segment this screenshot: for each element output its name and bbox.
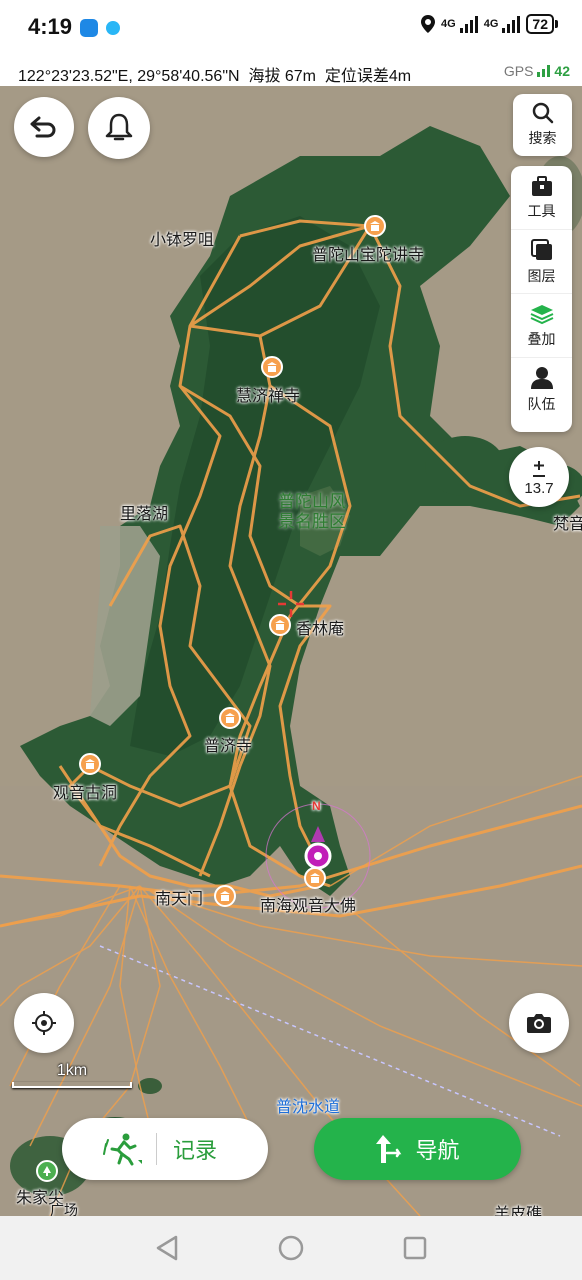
- map-label-fan: 梵音: [553, 516, 582, 533]
- layers-label: 图层: [527, 267, 556, 284]
- notification-button[interactable]: [88, 97, 150, 159]
- team-person-icon: [530, 366, 553, 389]
- back-button[interactable]: [14, 97, 74, 157]
- back-triangle-icon[interactable]: [154, 1234, 180, 1262]
- map-label-liluohu: 里落湖: [120, 506, 169, 523]
- overlay-stack-icon: [530, 304, 553, 324]
- gps-signal-icon: [537, 65, 551, 77]
- record-label: 记录: [173, 1138, 218, 1163]
- map-label-guangchang: 广场: [50, 1202, 78, 1216]
- map-label-nantianmen: 南天门: [155, 891, 204, 908]
- system-indicators: 4G 4G 72: [421, 14, 558, 34]
- altitude: 海拔 67m: [248, 68, 317, 85]
- locate-me-button[interactable]: [14, 993, 74, 1053]
- map-label-guanyin-cave: 观音古洞: [53, 785, 118, 802]
- zoom-level: 13.7: [524, 479, 554, 497]
- app-notification-icon: [80, 19, 98, 37]
- gps-status: GPS 42: [504, 63, 570, 79]
- temple-marker-xianglin[interactable]: [269, 614, 291, 636]
- layers-button[interactable]: 图层: [511, 229, 572, 293]
- temple-marker-huiji[interactable]: [261, 356, 283, 378]
- scale-label: 1km: [56, 1062, 88, 1079]
- search-button[interactable]: 搜索: [513, 94, 572, 156]
- camera-icon: [527, 1014, 551, 1033]
- coordinate-bar: 122°23'23.52"E, 29°58'40.56"N 海拔 67m 定位误…: [0, 58, 582, 86]
- temple-marker-puji[interactable]: [219, 707, 241, 729]
- map-label-huiji: 慧济禅寺: [236, 388, 301, 405]
- overlay-label: 叠加: [527, 330, 556, 347]
- gate-marker-nantianmen[interactable]: [214, 885, 236, 907]
- browser-notification-icon: [106, 21, 120, 35]
- coordinate-readout: 122°23'23.52"E, 29°58'40.56"N 海拔 67m 定位误…: [18, 62, 411, 86]
- search-label: 搜索: [528, 130, 557, 146]
- map-label-puji: 普济寺: [204, 738, 253, 755]
- gps-satellites: 42: [554, 63, 570, 79]
- statue-marker-buddha[interactable]: [304, 867, 326, 889]
- map-label-baotuo: 普陀山宝陀讲寺: [312, 247, 425, 264]
- system-navigation-bar: [0, 1216, 582, 1280]
- tools-button[interactable]: 工具: [511, 166, 572, 229]
- map-label-scenic-area: 普陀山风景名胜区: [278, 492, 346, 531]
- recents-square-icon[interactable]: [402, 1234, 428, 1262]
- search-icon: [532, 102, 553, 124]
- record-button[interactable]: 记录: [62, 1118, 268, 1180]
- battery-level: 72: [526, 14, 554, 34]
- hiking-person-icon: [103, 1133, 142, 1166]
- location-icon: [421, 15, 436, 33]
- battery-icon: 72: [526, 14, 558, 34]
- signal-icon-2: [502, 15, 521, 33]
- coordinates: 122°23'23.52"E, 29°58'40.56"N: [18, 68, 240, 85]
- zoom-in-out-icon: [533, 460, 545, 477]
- layers-icon: [530, 238, 552, 260]
- team-button[interactable]: 队伍: [511, 357, 572, 421]
- map-scale: 1km: [12, 1062, 132, 1088]
- bell-icon: [105, 113, 133, 141]
- tools-label: 工具: [527, 202, 556, 219]
- turn-arrow-icon: [376, 1135, 402, 1163]
- zoom-control[interactable]: 13.7: [509, 447, 569, 507]
- crosshair-locate-icon: [32, 1011, 56, 1035]
- cave-marker-guanyin[interactable]: [79, 753, 101, 775]
- signal-icon-1: [459, 15, 478, 33]
- map-canvas[interactable]: [0, 86, 582, 1216]
- map-label-yangpi: 羊皮礁: [494, 1206, 543, 1216]
- accuracy: 定位误差4m: [324, 68, 412, 85]
- navigate-label: 导航: [415, 1138, 460, 1163]
- network-type-1: 4G: [441, 17, 456, 30]
- home-circle-icon[interactable]: [277, 1234, 305, 1262]
- map-label-waterway: 普沈水道: [276, 1099, 341, 1116]
- temple-marker-baotuo[interactable]: [364, 215, 386, 237]
- status-time: 4:19: [28, 14, 73, 39]
- satellite-map[interactable]: 小钵罗咀 普陀山宝陀讲寺 慧济禅寺 里落湖 普陀山风景名胜区 香林庵 普济寺 观…: [0, 86, 582, 1216]
- team-label: 队伍: [527, 395, 556, 412]
- gps-label: GPS: [503, 63, 534, 79]
- map-tools-panel: 工具 图层 叠加 队伍: [511, 166, 572, 432]
- map-label-xianglin: 香林庵: [296, 621, 345, 638]
- back-arrow-icon: [30, 116, 56, 138]
- overlay-button[interactable]: 叠加: [511, 293, 572, 357]
- map-label-big-buddha: 南海观音大佛: [260, 898, 357, 915]
- status-bar: 4:19 4G 4G 72: [0, 0, 582, 58]
- scale-bar: [12, 1082, 132, 1088]
- navigate-button[interactable]: 导航: [314, 1118, 521, 1180]
- camera-button[interactable]: [509, 993, 569, 1053]
- toolbox-icon: [531, 175, 552, 196]
- compass-north-label: N: [312, 799, 321, 813]
- network-type-2: 4G: [483, 17, 499, 30]
- park-marker-zhujia[interactable]: [36, 1160, 58, 1182]
- map-label-xiaobo: 小钵罗咀: [150, 232, 215, 249]
